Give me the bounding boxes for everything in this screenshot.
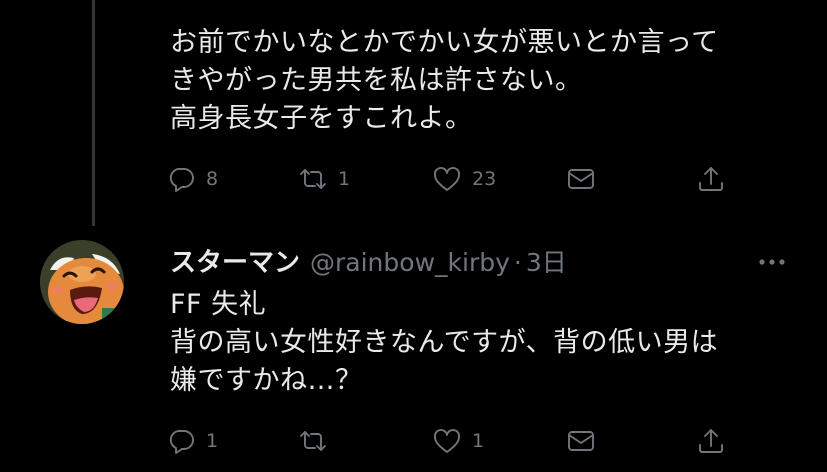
- like-icon: [434, 429, 460, 453]
- timestamp[interactable]: 3日: [526, 243, 567, 279]
- reply-count: 8: [206, 168, 219, 190]
- dm-button[interactable]: [566, 425, 596, 457]
- tweet-actions: 8 1 23: [166, 163, 732, 195]
- like-count: 1: [472, 430, 485, 452]
- like-count: 23: [472, 168, 497, 190]
- reply-icon: [169, 168, 194, 192]
- dm-button[interactable]: [566, 163, 596, 195]
- dm-icon: [568, 431, 594, 451]
- reply-count: 1: [206, 430, 219, 452]
- more-button[interactable]: [754, 252, 790, 272]
- reply-button[interactable]: 1: [166, 425, 218, 457]
- user-handle[interactable]: @rainbow_kirby: [310, 248, 510, 277]
- tweet-actions: 1 1: [166, 425, 732, 457]
- thread-line: [92, 0, 95, 226]
- like-button[interactable]: 1: [432, 425, 484, 457]
- share-button[interactable]: [696, 425, 726, 457]
- like-button[interactable]: 23: [432, 163, 496, 195]
- share-icon: [699, 167, 723, 191]
- retweet-button[interactable]: [298, 425, 338, 457]
- tweet-text: FF 失礼 背の高い女性好きなんですが、背の低い男は 嫌ですかね…？: [170, 289, 719, 396]
- retweet-icon: [300, 431, 326, 451]
- display-name[interactable]: スターマン: [170, 242, 300, 279]
- separator-dot: ·: [513, 248, 522, 277]
- retweet-icon: [300, 169, 326, 189]
- retweet-button[interactable]: 1: [298, 163, 350, 195]
- starman-avatar-image: [40, 240, 124, 324]
- reply-button[interactable]: 8: [166, 163, 218, 195]
- reply-icon: [169, 430, 194, 454]
- tweet-text: お前でかいなとかでかい女が悪いとか言って きやがった男共を私は許さない。 高身長…: [170, 27, 719, 134]
- avatar[interactable]: [40, 240, 124, 324]
- dm-icon: [568, 169, 594, 189]
- share-button[interactable]: [696, 163, 726, 195]
- like-icon: [434, 167, 460, 191]
- share-icon: [699, 429, 723, 453]
- more-icon: [759, 259, 785, 265]
- tweet-header: スターマン @rainbow_kirby · 3日: [170, 242, 567, 282]
- retweet-count: 1: [338, 168, 351, 190]
